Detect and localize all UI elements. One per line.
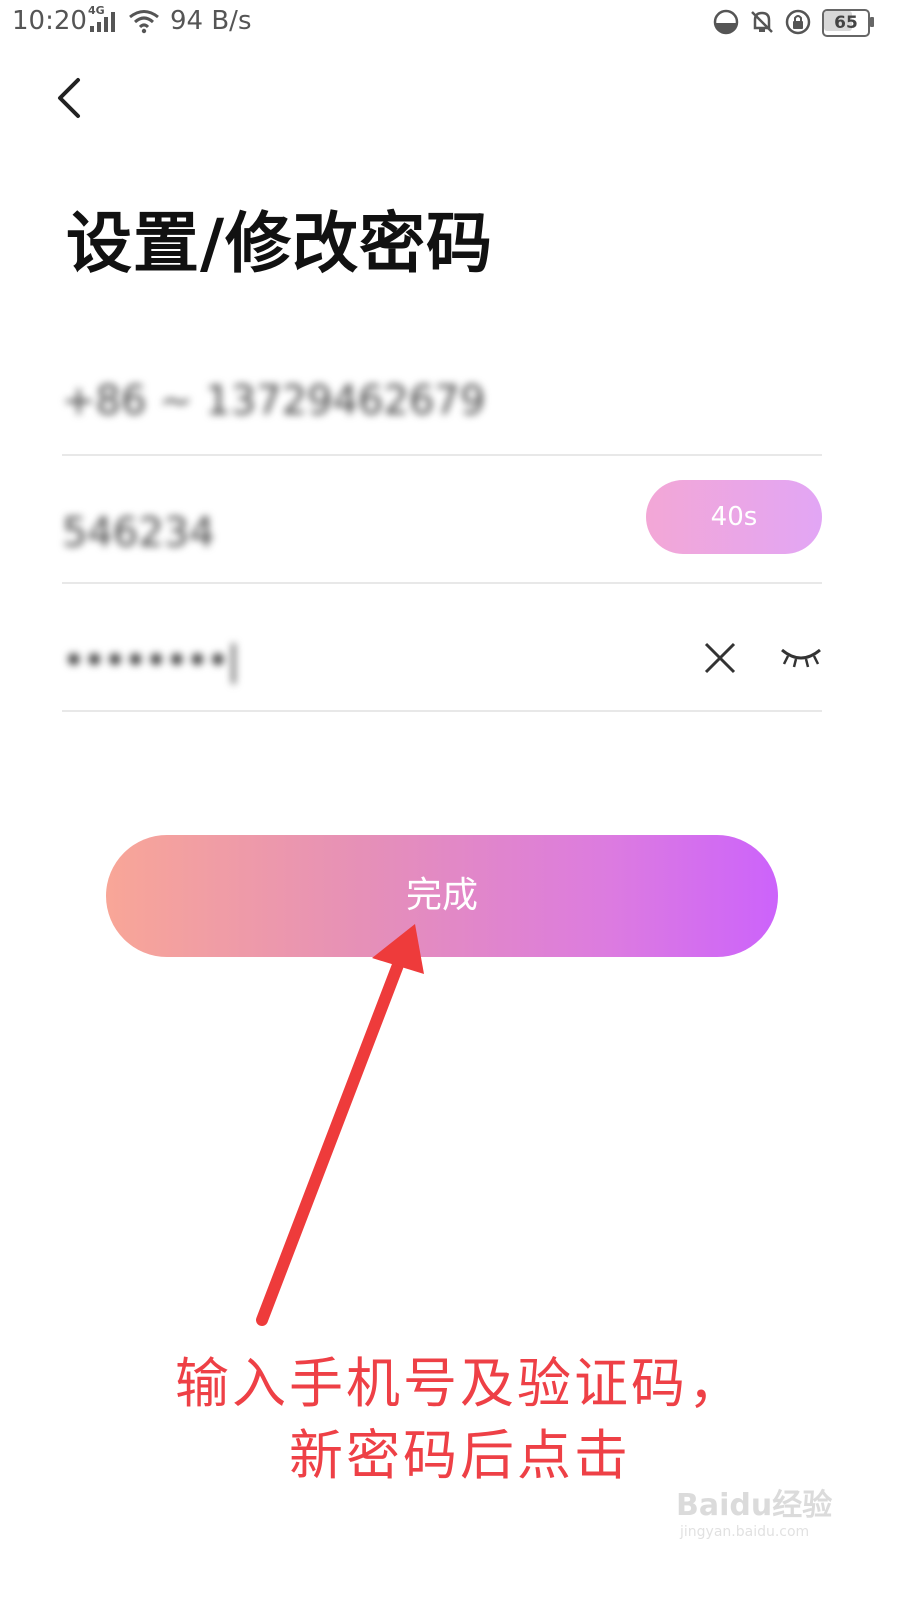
watermark-url: jingyan.baidu.com — [680, 1524, 810, 1540]
password-input-value[interactable]: ••••••••| — [62, 638, 240, 684]
phone-input-value[interactable]: +86 ~ 13729462679 — [62, 378, 485, 424]
verification-code-field[interactable]: 546234 40s — [62, 464, 822, 584]
back-chevron-icon[interactable] — [50, 72, 94, 124]
code-input-value[interactable]: 546234 — [62, 510, 215, 556]
network-speed: 94 B/s — [170, 6, 252, 36]
page-title: 设置/修改密码 — [66, 205, 494, 282]
battery-level: 65 — [834, 13, 858, 33]
data-saver-icon — [713, 9, 739, 35]
eye-closed-icon[interactable] — [778, 642, 824, 672]
annotation-line-1: 输入手机号及验证码， — [175, 1352, 745, 1415]
done-button[interactable]: 完成 — [106, 835, 778, 957]
bell-off-icon — [751, 11, 773, 33]
field-divider — [62, 454, 822, 456]
baidu-jingyan-watermark: Baidu经验 jingyan.baidu.com — [676, 1466, 836, 1556]
resend-code-countdown-button[interactable]: 40s — [646, 480, 822, 554]
phone-field[interactable]: +86 ~ 13729462679 — [62, 336, 822, 456]
wifi-icon — [129, 10, 159, 34]
close-icon[interactable] — [698, 636, 742, 680]
new-password-field[interactable]: ••••••••| — [62, 592, 822, 712]
status-bar: 10:20 4G 94 B/s 65 — [0, 0, 900, 46]
watermark-brand: Baidu经验 — [676, 1488, 833, 1523]
signal-icon — [90, 12, 115, 32]
status-time: 10:20 — [12, 6, 87, 36]
battery-icon: 65 — [822, 9, 874, 37]
field-divider — [62, 710, 822, 712]
field-divider — [62, 582, 822, 584]
rotation-lock-icon — [785, 9, 811, 35]
